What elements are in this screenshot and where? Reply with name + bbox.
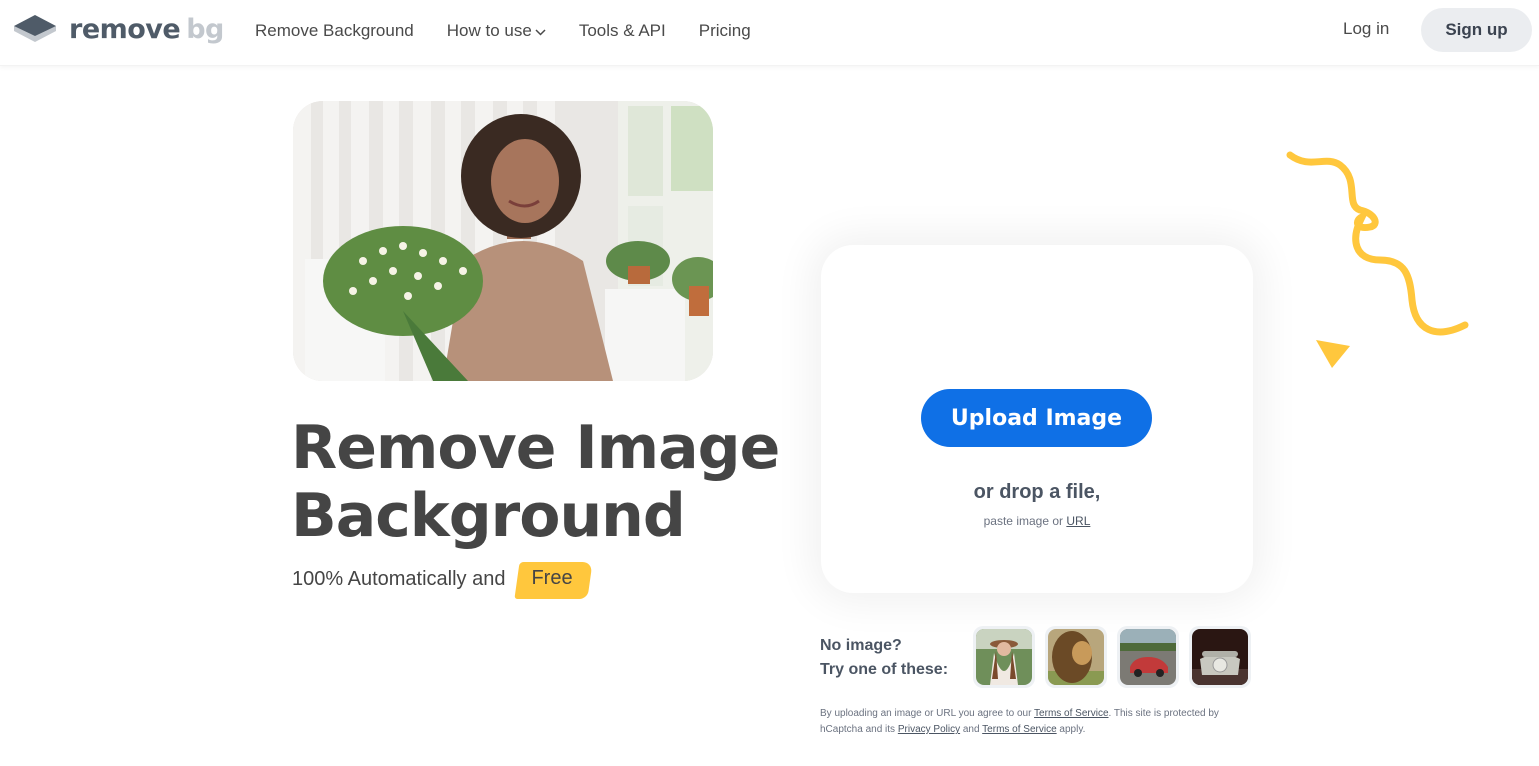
- lion-thumbnail: [1048, 629, 1104, 685]
- page-title-line1: Remove Image: [291, 413, 780, 483]
- nav-pricing[interactable]: Pricing: [699, 21, 751, 41]
- logo-word-remove: remove: [69, 14, 181, 45]
- upload-image-button[interactable]: Upload Image: [921, 389, 1152, 447]
- sample-images-label: No image? Try one of these:: [820, 634, 948, 682]
- sample-image-telephone[interactable]: [1189, 626, 1251, 688]
- logo-word-bg: bg: [186, 14, 224, 45]
- legal-text-4: apply.: [1059, 724, 1086, 735]
- terms-of-service-link[interactable]: Terms of Service: [1034, 708, 1108, 719]
- triangle-decoration-icon: [1316, 340, 1350, 368]
- paste-hint: paste image or URL: [821, 514, 1253, 528]
- sample-image-woman[interactable]: [973, 626, 1035, 688]
- signup-button[interactable]: Sign up: [1421, 8, 1532, 52]
- free-highlight-badge: Free: [517, 565, 586, 593]
- nav-tools-api[interactable]: Tools & API: [579, 21, 666, 41]
- layers-icon: [14, 15, 56, 42]
- logo-link[interactable]: remove bg: [12, 13, 224, 47]
- telephone-thumbnail: [1192, 629, 1248, 685]
- hcaptcha-terms-link[interactable]: Terms of Service: [982, 724, 1056, 735]
- site-header: remove bg Remove Background How to use To…: [0, 0, 1539, 66]
- woman-thumbnail: [976, 629, 1032, 685]
- squiggle-decoration-icon: [1286, 151, 1469, 336]
- legal-text-1: By uploading an image or URL you agree t…: [820, 708, 1032, 719]
- sample-label-line1: No image?: [820, 637, 902, 654]
- sample-image-car[interactable]: [1117, 626, 1179, 688]
- car-thumbnail: [1120, 629, 1176, 685]
- login-link[interactable]: Log in: [1343, 19, 1389, 39]
- legal-notice: By uploading an image or URL you agree t…: [820, 706, 1260, 738]
- hero-image: [293, 101, 713, 381]
- main-nav: Remove Background How to use Tools & API…: [255, 0, 784, 62]
- nav-remove-background[interactable]: Remove Background: [255, 21, 414, 41]
- tagline-text: 100% Automatically and: [292, 567, 506, 590]
- sample-images: [973, 626, 1261, 688]
- nav-how-to-use-label: How to use: [446, 21, 532, 40]
- url-link[interactable]: URL: [1066, 514, 1090, 528]
- privacy-policy-link[interactable]: Privacy Policy: [898, 724, 960, 735]
- tagline: 100% Automatically and Free: [292, 565, 587, 593]
- logo-wordmark: remove bg: [69, 13, 224, 47]
- page-title: Remove Image Background: [291, 413, 780, 551]
- legal-text-3: and: [962, 724, 980, 735]
- upload-dropzone[interactable]: Upload Image or drop a file, paste image…: [821, 245, 1253, 593]
- hero-photo-illustration: [293, 101, 713, 381]
- sample-label-line2: Try one of these:: [820, 661, 949, 678]
- drop-file-text: or drop a file,: [973, 481, 1101, 503]
- paste-hint-text: paste image or: [983, 514, 1064, 528]
- nav-how-to-use[interactable]: How to use: [447, 21, 546, 41]
- sample-image-lion[interactable]: [1045, 626, 1107, 688]
- chevron-down-icon: [535, 29, 546, 36]
- page-title-line2: Background: [291, 481, 686, 551]
